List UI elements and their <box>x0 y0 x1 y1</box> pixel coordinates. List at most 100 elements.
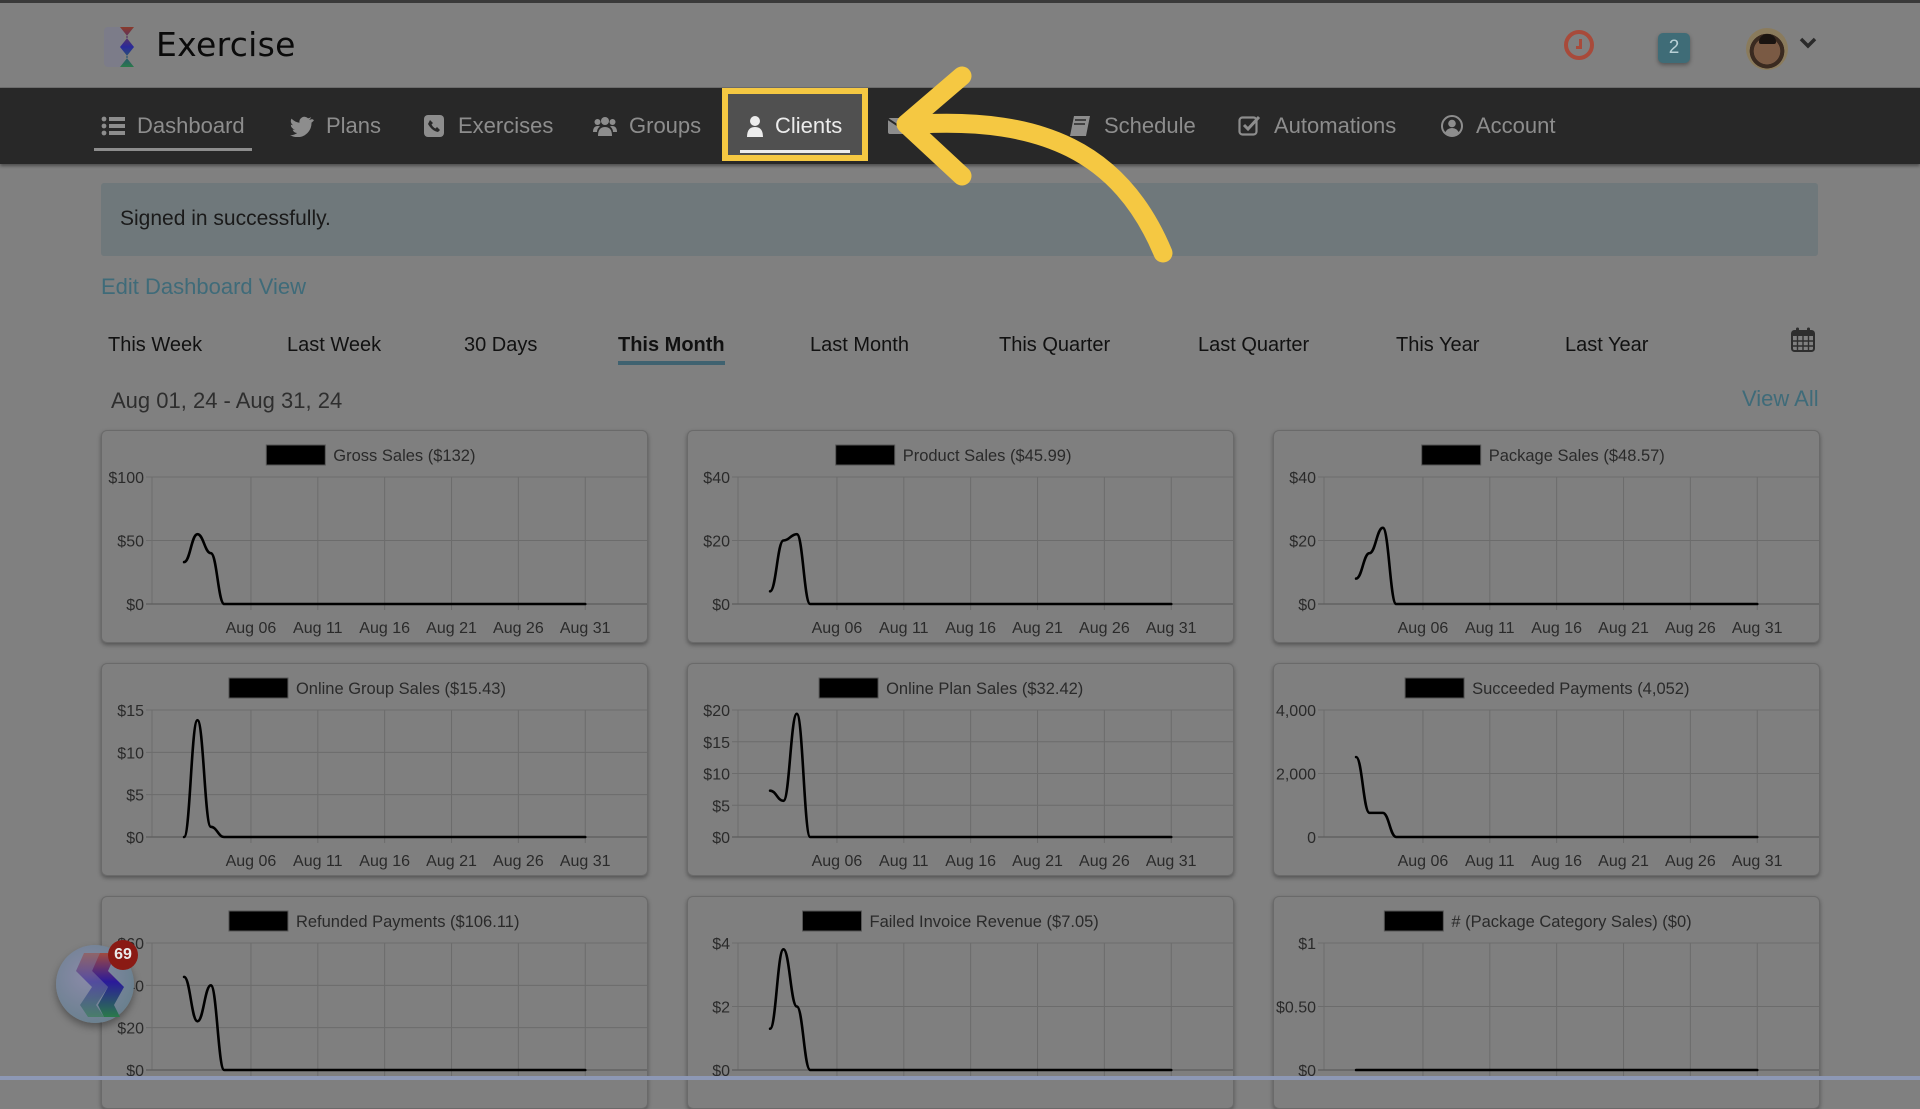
nav-label: Groups <box>629 113 701 139</box>
calendar-icon[interactable] <box>1791 327 1815 352</box>
legend-label: Gross Sales ($132) <box>333 447 475 465</box>
checkbox-icon <box>1238 115 1262 137</box>
period-this-year[interactable]: This Year <box>1396 334 1479 357</box>
period-last-year[interactable]: Last Year <box>1565 334 1648 357</box>
chart-card-online-plan-sales: Online Plan Sales ($32.42)$0$5$10$15$20A… <box>687 663 1234 876</box>
period-30-days[interactable]: 30 Days <box>464 334 537 357</box>
nav-label: Exercises <box>458 113 553 139</box>
legend-swatch <box>229 911 288 931</box>
period-this-week[interactable]: This Week <box>108 334 202 357</box>
nav-dashboard[interactable]: Dashboard <box>101 88 245 164</box>
y-tick-label: $10 <box>117 745 144 762</box>
period-this-month[interactable]: This Month <box>618 334 725 357</box>
envelope-icon <box>888 115 912 137</box>
period-last-month[interactable]: Last Month <box>810 334 909 357</box>
chart-card-gross-sales: Gross Sales ($132)$0$50$100Aug 06Aug 11A… <box>101 430 648 643</box>
chart-package-sales: Package Sales ($48.57)$0$20$40Aug 06Aug … <box>1274 431 1819 642</box>
widget-notification-badge: 69 <box>108 940 138 970</box>
y-tick-label: $15 <box>117 703 144 720</box>
edit-dashboard-link[interactable]: Edit Dashboard View <box>101 274 306 300</box>
chart-card-online-group-sales: Online Group Sales ($15.43) $0 $5 $10 $15 Aug… <box>101 663 648 876</box>
legend-swatch <box>229 678 288 698</box>
chart-card-package-sales: Package Sales ($48.57)$0$20$40Aug 06Aug … <box>1273 430 1820 643</box>
y-tick-label: $0 <box>712 597 730 614</box>
legend-label: Succeeded Payments (4,052) <box>1472 680 1689 698</box>
notification-badge[interactable]: 2 <box>1658 33 1690 63</box>
period-this-quarter[interactable]: This Quarter <box>999 334 1110 357</box>
y-tick-label: $50 <box>117 534 144 551</box>
nav-label: Clients <box>775 113 842 139</box>
view-all-link[interactable]: View All <box>1742 386 1819 412</box>
nav-plans[interactable]: Plans <box>290 88 381 164</box>
clock-icon[interactable] <box>1564 30 1594 60</box>
success-alert: Signed in successfully. <box>101 183 1818 256</box>
x-tick-label: Aug 26 <box>493 620 544 637</box>
legend-label: Failed Invoice Revenue ($7.05) <box>870 913 1099 931</box>
y-tick-label: 2,000 <box>1276 767 1316 784</box>
legend-swatch <box>1384 911 1443 931</box>
x-tick-label: Aug 21 <box>1598 853 1649 870</box>
book-icon <box>1068 115 1092 137</box>
chart-succeeded-payments: Succeeded Payments (4,052)02,0004,000Aug… <box>1274 664 1819 875</box>
x-tick-label: Aug 26 <box>1665 853 1716 870</box>
legend-label: Online Group Sales ($15.43) <box>296 680 506 698</box>
chevron-down-icon[interactable] <box>1798 33 1818 53</box>
y-tick-label: $5 <box>712 798 730 815</box>
nav-label: Dashboard <box>137 113 245 139</box>
x-tick-label: Aug 16 <box>1531 853 1582 870</box>
nav-groups[interactable]: Groups <box>593 88 701 164</box>
y-tick-label: $0 <box>1298 597 1316 614</box>
user-icon <box>746 115 764 137</box>
nav-messages[interactable] <box>888 88 924 164</box>
user-avatar[interactable] <box>1746 28 1788 70</box>
y-tick-label: $0.50 <box>1276 1000 1316 1017</box>
period-last-week[interactable]: Last Week <box>287 334 381 357</box>
y-tick-label: 0 <box>1307 830 1316 847</box>
y-tick-label: $20 <box>117 1021 144 1038</box>
users-icon <box>593 115 617 137</box>
x-tick-label: Aug 26 <box>1079 853 1130 870</box>
x-tick-label: Aug 11 <box>879 853 929 870</box>
x-tick-label: Aug 06 <box>226 620 277 637</box>
x-tick-label: Aug 31 <box>1146 620 1197 637</box>
user-circle-icon <box>1440 115 1464 137</box>
x-tick-label: Aug 21 <box>1598 620 1649 637</box>
legend-swatch <box>836 445 895 465</box>
nav-label: Automations <box>1274 113 1396 139</box>
x-tick-label: Aug 16 <box>359 853 410 870</box>
chart-card-succeeded-payments: Succeeded Payments (4,052)02,0004,000Aug… <box>1273 663 1820 876</box>
x-tick-label: Aug 26 <box>1665 620 1716 637</box>
nav-account[interactable]: Account <box>1440 88 1556 164</box>
y-tick-label: $5 <box>126 788 144 805</box>
x-tick-label: Aug 16 <box>359 620 410 637</box>
legend-swatch <box>266 445 325 465</box>
y-tick-label: $0 <box>126 597 144 614</box>
x-tick-label: Aug 21 <box>426 853 477 870</box>
x-tick-label: Aug 11 <box>293 620 343 637</box>
x-tick-label: Aug 31 <box>560 620 611 637</box>
clients-active-underline <box>740 150 850 153</box>
chart-online-plan-sales: Online Plan Sales ($32.42)$0$5$10$15$20A… <box>688 664 1233 875</box>
period-last-quarter[interactable]: Last Quarter <box>1198 334 1309 357</box>
legend-label: Online Plan Sales ($32.42) <box>886 680 1083 698</box>
nav-schedule[interactable]: Schedule <box>1068 88 1196 164</box>
x-tick-label: Aug 06 <box>812 853 863 870</box>
x-tick-label: Aug 21 <box>1012 853 1063 870</box>
legend-swatch <box>1422 445 1481 465</box>
x-tick-label: Aug 26 <box>1079 620 1130 637</box>
date-range: Aug 01, 24 - Aug 31, 24 <box>111 388 342 414</box>
legend-label: Product Sales ($45.99) <box>903 447 1072 465</box>
y-tick-label: $40 <box>703 470 730 487</box>
bottom-edge <box>0 1076 1920 1080</box>
brand-logo[interactable] <box>104 27 142 67</box>
legend-label: # (Package Category Sales) ($0) <box>1451 913 1691 931</box>
x-tick-label: Aug 06 <box>226 853 277 870</box>
x-tick-label: Aug 16 <box>945 620 996 637</box>
x-tick-label: Aug 31 <box>1146 853 1197 870</box>
nav-exercises[interactable]: Exercises <box>422 88 553 164</box>
nav-label: Schedule <box>1104 113 1196 139</box>
x-tick-label: Aug 21 <box>426 620 477 637</box>
brand-name[interactable]: Exercise <box>156 25 296 64</box>
y-tick-label: $0 <box>126 830 144 847</box>
nav-automations[interactable]: Automations <box>1238 88 1396 164</box>
